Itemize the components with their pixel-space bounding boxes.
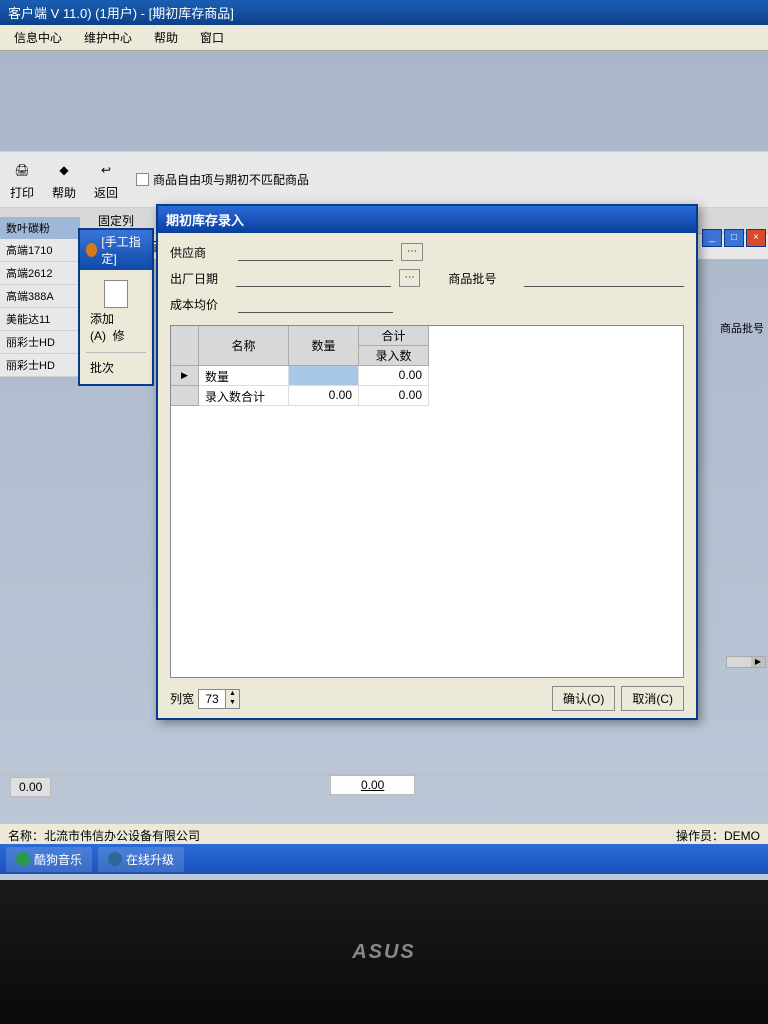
mismatch-checkbox-label: 商品自由项与期初不匹配商品 — [153, 171, 309, 188]
row-indicator: ▶ — [171, 366, 199, 386]
menu-help[interactable]: 帮助 — [144, 27, 188, 48]
initial-stock-dialog: 期初库存录入 供应商 ⋯ 出厂日期 ⋯ 商品批号 成本均价 名 — [156, 204, 698, 720]
main-toolbar: 🖨 打印 ◆ 帮助 ↩ 返回 商品自由项与期初不匹配商品 — [0, 151, 768, 208]
cost-avg-input[interactable] — [238, 295, 393, 313]
grid-cell[interactable]: 录入数合计 — [199, 386, 289, 406]
menu-window[interactable]: 窗口 — [190, 27, 234, 48]
date-browse-button[interactable]: ⋯ — [399, 269, 420, 287]
factory-date-label: 出厂日期 — [170, 270, 228, 287]
back-icon: ↩ — [94, 158, 118, 182]
table-row[interactable]: ▶ 数量 0.00 — [171, 366, 683, 386]
dialog-title[interactable]: 期初库存录入 — [158, 206, 696, 233]
status-mid-value: 0.00 — [330, 775, 415, 795]
supplier-browse-button[interactable]: ⋯ — [401, 243, 423, 261]
product-batch-input[interactable] — [524, 269, 684, 287]
monitor-bezel: ASUS — [0, 880, 768, 1024]
mismatch-checkbox-item[interactable]: 商品自由项与期初不匹配商品 — [136, 171, 309, 188]
company-name: 名称：北流市伟信办公设备有限公司 — [8, 827, 200, 844]
update-icon — [108, 852, 122, 866]
status-bar: 0.00 0.00 — [0, 774, 768, 799]
taskbar-item-music[interactable]: 酷狗音乐 — [6, 847, 92, 872]
minimize-button[interactable]: _ — [702, 229, 722, 247]
col-width-label: 列宽 — [170, 690, 194, 707]
window-controls: _ □ × — [702, 229, 766, 247]
document-icon — [104, 280, 128, 308]
music-icon — [16, 852, 30, 866]
monitor-brand: ASUS — [352, 941, 416, 964]
spin-down-icon[interactable]: ▼ — [226, 699, 239, 708]
close-button[interactable]: × — [746, 229, 766, 247]
spin-up-icon[interactable]: ▲ — [226, 690, 239, 699]
product-batch-label: 商品批号 — [448, 270, 516, 287]
app-menu-bar: 信息中心 维护中心 帮助 窗口 — [0, 25, 768, 51]
supplier-label: 供应商 — [170, 244, 230, 261]
dialog-icon — [86, 243, 97, 257]
add-button[interactable]: 添加(A) 修 — [86, 276, 146, 348]
printer-icon: 🖨 — [10, 158, 34, 182]
manual-dialog-title[interactable]: [手工指定] — [80, 230, 152, 270]
manual-assign-dialog: [手工指定] 添加(A) 修 批次 — [78, 228, 154, 386]
taskbar-item-update[interactable]: 在线升级 — [98, 847, 184, 872]
menu-info[interactable]: 信息中心 — [4, 27, 72, 48]
status-left-value: 0.00 — [10, 777, 51, 797]
stock-grid[interactable]: 名称 数量 合计 录入数 ▶ 数量 0.00 录入数合计 0.00 — [170, 325, 684, 678]
checkbox-icon[interactable] — [136, 173, 149, 186]
app-title-bar: 客户端 V 11.0) (1用户) - [期初库存商品] — [0, 0, 768, 25]
grid-cell[interactable]: 0.00 — [359, 386, 429, 406]
taskbar: 酷狗音乐 在线升级 — [0, 844, 768, 874]
list-item[interactable]: 美能达11 — [0, 308, 80, 331]
grid-corner — [171, 326, 199, 366]
list-item[interactable]: 丽彩士HD — [0, 331, 80, 354]
supplier-input[interactable] — [238, 243, 393, 261]
grid-cell[interactable]: 数量 — [199, 366, 289, 386]
confirm-button[interactable]: 确认(O) — [552, 686, 615, 711]
cost-avg-label: 成本均价 — [170, 296, 230, 313]
col-width-spinner[interactable]: 73 ▲ ▼ — [198, 689, 240, 709]
grid-header-name[interactable]: 名称 — [199, 326, 289, 366]
list-item[interactable]: 高端1710 — [0, 239, 80, 262]
grid-cell-active[interactable] — [289, 366, 359, 386]
list-item[interactable]: 高端2612 — [0, 262, 80, 285]
menu-maintain[interactable]: 维护中心 — [74, 27, 142, 48]
right-column-label: 商品批号 — [720, 320, 764, 336]
help-icon: ◆ — [52, 158, 76, 182]
grid-header-total[interactable]: 合计 录入数 — [359, 326, 429, 366]
bg-list-header: 数叶碳粉 — [0, 217, 80, 239]
batch-label: 批次 — [86, 357, 146, 378]
scroll-right-icon[interactable]: ▶ — [751, 657, 765, 667]
background-product-list: 数叶碳粉 高端1710 高端2612 高端388A 美能达11 丽彩士HD 丽彩… — [0, 217, 80, 377]
operator-name: 操作员：DEMO — [676, 827, 760, 844]
cancel-button[interactable]: 取消(C) — [621, 686, 684, 711]
table-row[interactable]: 录入数合计 0.00 0.00 — [171, 386, 683, 406]
horizontal-scrollbar[interactable]: ▶ — [726, 656, 766, 668]
maximize-button[interactable]: □ — [724, 229, 744, 247]
fixed-col-tab[interactable]: 固定列 — [98, 212, 134, 229]
list-item[interactable]: 高端388A — [0, 285, 80, 308]
grid-header-qty[interactable]: 数量 — [289, 326, 359, 366]
col-width-value[interactable]: 73 — [199, 690, 225, 708]
back-button[interactable]: ↩ 返回 — [94, 158, 118, 201]
list-item[interactable]: 丽彩士HD — [0, 354, 80, 377]
factory-date-input[interactable] — [236, 269, 391, 287]
grid-cell[interactable]: 0.00 — [289, 386, 359, 406]
row-header — [171, 386, 199, 406]
print-button[interactable]: 🖨 打印 — [10, 158, 34, 201]
grid-cell[interactable]: 0.00 — [359, 366, 429, 386]
help-button[interactable]: ◆ 帮助 — [52, 158, 76, 201]
col-width-control: 列宽 73 ▲ ▼ — [170, 689, 240, 709]
